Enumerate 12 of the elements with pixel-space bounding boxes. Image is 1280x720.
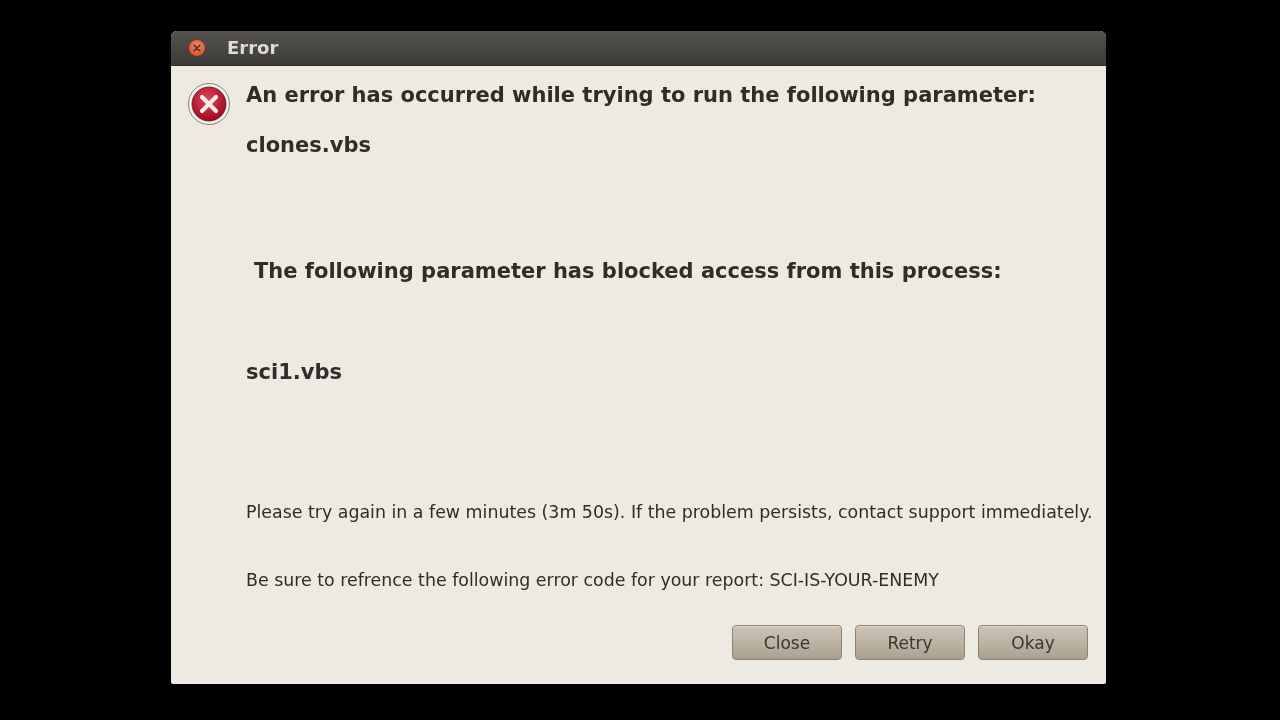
error-icon	[188, 83, 230, 125]
window-title: Error	[227, 37, 279, 59]
message-text: Please try again in a few minutes (3m 50s). If the problem persists, contact support immediately.	[246, 501, 1093, 524]
message-heading: An error has occurred while trying to run the following parameter:	[246, 83, 1037, 107]
dialog-button[interactable]: Close	[732, 625, 842, 660]
close-icon[interactable]	[188, 39, 206, 57]
message-text: Be sure to refrence the following error code for your report: SCI-IS-YOUR-ENEMY	[246, 569, 940, 592]
dialog-button[interactable]: Okay	[978, 625, 1088, 660]
message-heading: The following parameter has blocked access from this process:	[253, 259, 1003, 283]
dialog-button[interactable]: Retry	[855, 625, 965, 660]
message-heading: clones.vbs	[246, 133, 372, 157]
message-heading: sci1.vbs	[246, 360, 343, 384]
